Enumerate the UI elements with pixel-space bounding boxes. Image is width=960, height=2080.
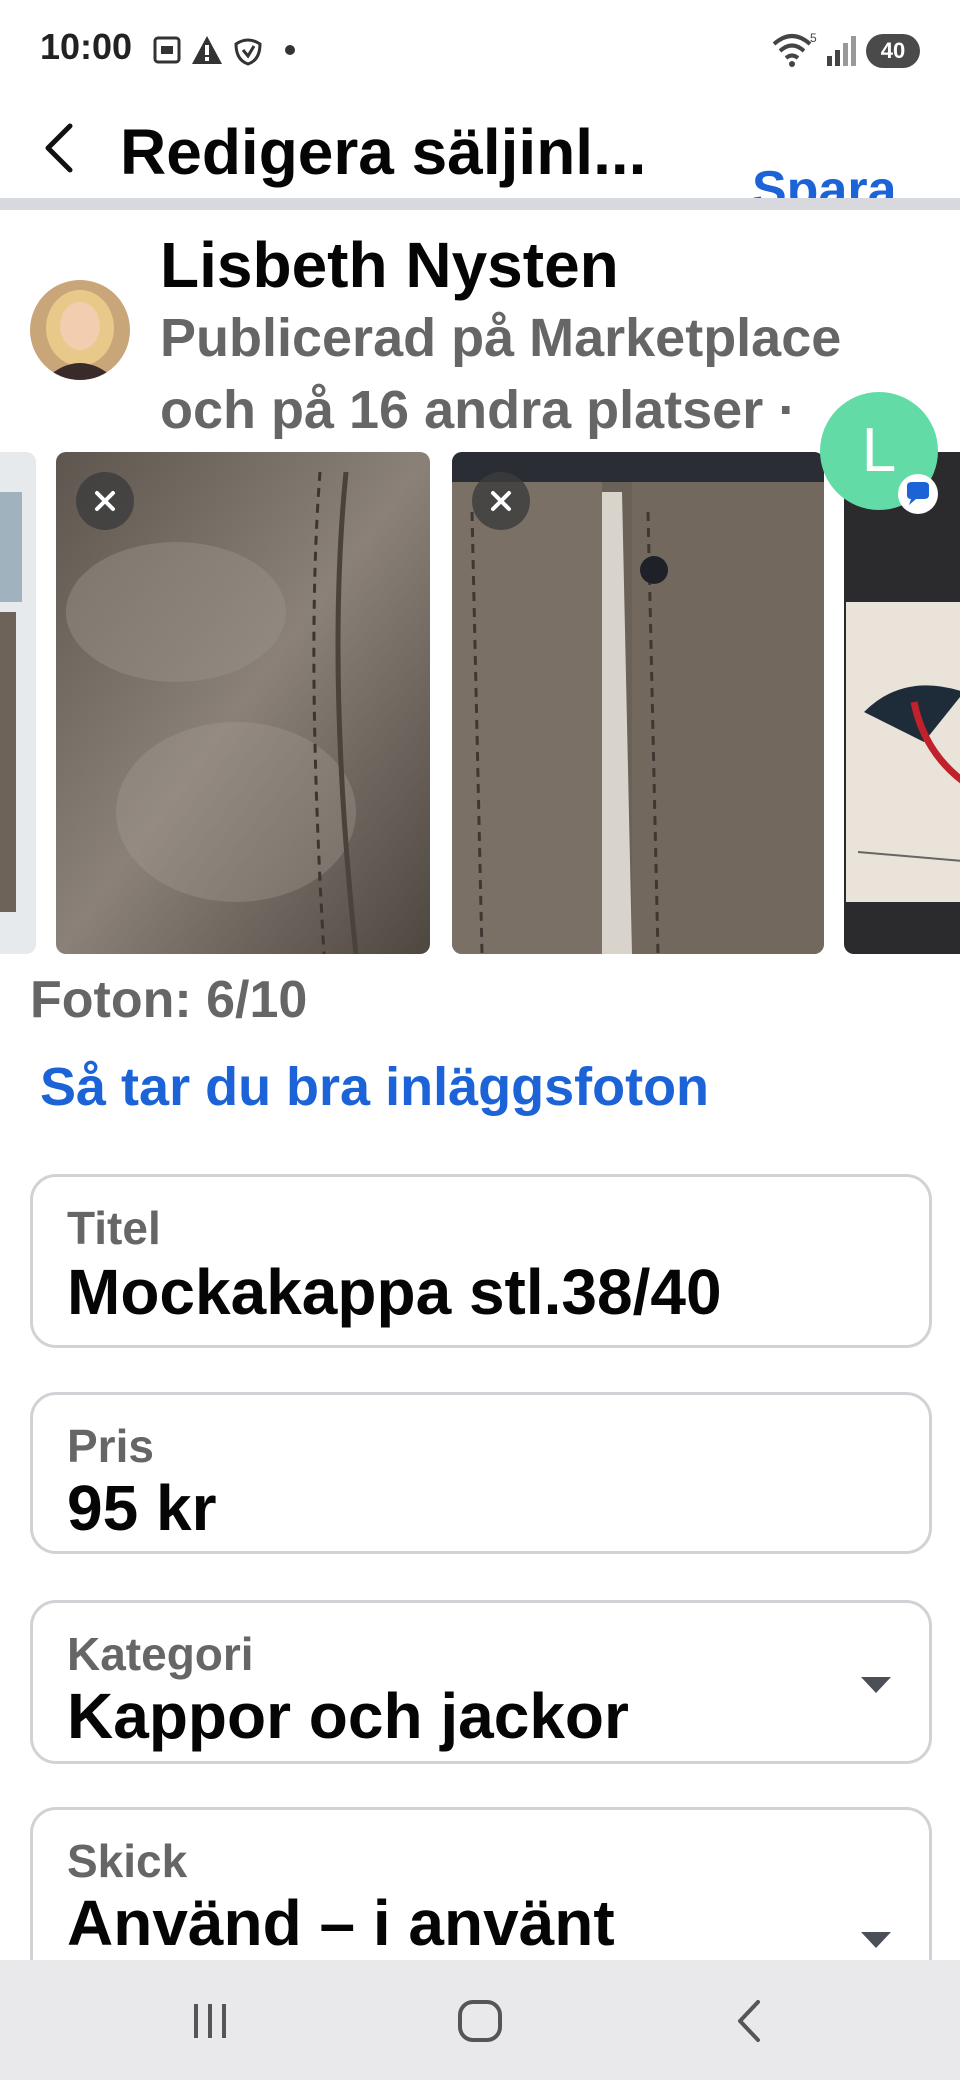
seller-avatar[interactable] xyxy=(30,280,130,380)
more-notifications-dot-icon xyxy=(285,45,295,55)
message-icon xyxy=(907,482,929,505)
seller-publish-info: Publicerad på Marketplace och på 16 andr… xyxy=(160,308,842,440)
listing-photo[interactable] xyxy=(56,452,430,954)
title-field-value[interactable]: Mockakappa stl.38/40 xyxy=(67,1255,722,1329)
listing-photo[interactable] xyxy=(0,452,36,954)
close-icon xyxy=(491,491,511,511)
back-button[interactable] xyxy=(32,116,88,180)
header-divider xyxy=(0,198,960,210)
category-dropdown[interactable]: Kategori Kappor och jackor xyxy=(30,1600,932,1764)
svg-text:5: 5 xyxy=(810,31,817,45)
warning-icon xyxy=(192,36,222,64)
screenshot-icon xyxy=(153,36,181,64)
condition-field-label: Skick xyxy=(67,1835,188,1887)
category-field-value: Kappor och jackor xyxy=(67,1680,629,1752)
remove-photo-button[interactable] xyxy=(472,472,530,530)
chevron-down-icon xyxy=(861,1932,891,1948)
recent-apps-button[interactable] xyxy=(180,1996,240,2046)
signal-icon xyxy=(827,36,856,66)
system-nav-bar xyxy=(0,1960,960,2080)
seller-name[interactable]: Lisbeth Nysten xyxy=(160,228,619,302)
app-header: Redigera säljinl... Spara xyxy=(0,100,960,200)
chat-badge xyxy=(898,474,938,514)
chevron-down-icon xyxy=(861,1677,891,1693)
category-field-label: Kategori xyxy=(67,1628,254,1680)
price-field-value[interactable]: 95 kr xyxy=(67,1471,216,1545)
photo-strip[interactable] xyxy=(0,452,960,954)
price-field-label: Pris xyxy=(67,1420,154,1472)
photo-count: Foton: 6/10 xyxy=(30,971,308,1029)
photo-tips-link[interactable]: Så tar du bra inläggsfoton xyxy=(40,1056,709,1118)
app-notification-icon xyxy=(234,38,262,66)
remove-photo-button[interactable] xyxy=(76,472,134,530)
close-icon xyxy=(95,491,115,511)
title-field-label: Titel xyxy=(67,1202,161,1254)
price-field[interactable]: Pris 95 kr xyxy=(30,1392,932,1554)
save-button[interactable]: Spara xyxy=(752,140,942,200)
back-nav-button[interactable] xyxy=(720,1996,780,2046)
listing-photo[interactable] xyxy=(452,452,824,954)
battery-indicator: 40 xyxy=(866,34,920,68)
condition-field-value: Använd – i använt xyxy=(67,1887,615,1959)
wifi-icon: 5 xyxy=(772,31,817,67)
page-title: Redigera säljinl... xyxy=(120,116,647,188)
status-bar: 10:00 5 40 xyxy=(0,0,960,100)
title-field[interactable]: Titel Mockakappa stl.38/40 xyxy=(30,1174,932,1348)
home-button[interactable] xyxy=(450,1996,510,2046)
listing-photo[interactable] xyxy=(844,452,960,954)
status-time: 10:00 xyxy=(40,26,133,67)
